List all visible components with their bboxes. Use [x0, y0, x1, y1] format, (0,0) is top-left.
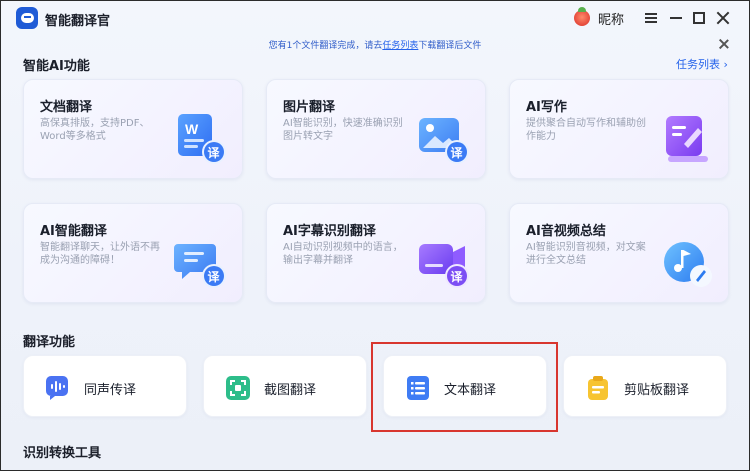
badge-text: 译: [451, 270, 464, 284]
voice-wave-icon: [46, 376, 68, 400]
card-title: AI智能翻译: [40, 224, 107, 239]
feature-text-translate[interactable]: 文本翻译: [383, 355, 547, 417]
notice-prefix: 您有1个文件翻译完成，请去: [268, 41, 383, 51]
card-ai-subtitle-translate[interactable]: AI字幕识别翻译 AI自动识别视频中的语言，输出字幕并翻译 译: [266, 203, 486, 303]
video-subtitle-icon: 译: [419, 244, 469, 288]
notice-bar: 您有1个文件翻译完成，请去任务列表下载翻译后文件: [1, 38, 749, 51]
maximize-button[interactable]: [688, 7, 710, 29]
card-image-translate[interactable]: 图片翻译 AI智能识别，快速准确识别图片转文字 译: [266, 79, 486, 179]
card-ai-writing[interactable]: AI写作 提供聚合自动写作和辅助创作能力: [509, 79, 729, 179]
card-title: AI写作: [526, 100, 567, 115]
card-desc: 提供聚合自动写作和辅助创作能力: [526, 118, 646, 142]
notice-task-list-link[interactable]: 任务列表: [382, 41, 418, 51]
notice-suffix: 下载翻译后文件: [418, 41, 482, 51]
chat-translate-icon: 译: [174, 244, 226, 288]
feature-clipboard-translate[interactable]: 剪贴板翻译: [563, 355, 727, 417]
card-title: 图片翻译: [283, 100, 336, 115]
card-ai-smart-translate[interactable]: AI智能翻译 智能翻译聊天，让外语不再成为沟通的障碍！ 译: [23, 203, 243, 303]
image-translate-icon: 译: [419, 118, 469, 164]
maximize-icon: [693, 12, 705, 24]
badge-text: 译: [451, 146, 464, 160]
section-title-tools: 识别转换工具: [23, 446, 102, 461]
menu-button[interactable]: [640, 7, 662, 29]
close-button[interactable]: [712, 7, 734, 29]
hamburger-icon: [645, 17, 657, 19]
user-nickname[interactable]: 昵称: [598, 9, 624, 28]
app-logo-icon: [16, 7, 38, 29]
app-title: 智能翻译官: [45, 14, 111, 29]
screenshot-icon: [226, 376, 250, 400]
card-document-translate[interactable]: 文档翻译 高保真排版，支持PDF、Word等多格式 W 译: [23, 79, 243, 179]
card-title: 文档翻译: [40, 100, 93, 115]
badge-text: 译: [208, 146, 221, 160]
music-summary-icon: [664, 242, 712, 287]
feature-simultaneous-interpretation[interactable]: 同声传译: [23, 355, 187, 417]
task-list-link[interactable]: 任务列表 ›: [676, 56, 728, 72]
clipboard-icon: [588, 376, 608, 400]
feature-label: 剪贴板翻译: [624, 383, 690, 398]
user-avatar[interactable]: [574, 7, 590, 26]
feature-label: 截图翻译: [264, 383, 317, 398]
section-title-ai: 智能AI功能: [23, 59, 90, 74]
close-icon: [716, 11, 730, 25]
card-title: AI音视频总结: [526, 224, 606, 239]
card-ai-av-summary[interactable]: AI音视频总结 AI智能识别音视频，对文案进行全文总结: [509, 203, 729, 303]
ai-writing-icon: [666, 116, 708, 162]
card-desc: AI自动识别视频中的语言，输出字幕并翻译: [283, 242, 403, 266]
minimize-icon: [670, 17, 682, 19]
card-desc: AI智能识别音视频，对文案进行全文总结: [526, 242, 646, 266]
card-desc: 高保真排版，支持PDF、Word等多格式: [40, 118, 150, 142]
title-bar: 智能翻译官 昵称: [1, 1, 749, 35]
word-translate-icon: W 译: [178, 114, 226, 164]
text-doc-icon: [407, 376, 429, 400]
feature-label: 文本翻译: [444, 383, 497, 398]
card-desc: 智能翻译聊天，让外语不再成为沟通的障碍！: [40, 242, 160, 266]
notice-close-icon[interactable]: [719, 39, 729, 49]
svg-text:W: W: [185, 121, 199, 137]
minimize-button[interactable]: [665, 7, 687, 29]
feature-screenshot-translate[interactable]: 截图翻译: [203, 355, 367, 417]
section-title-translate: 翻译功能: [23, 335, 76, 350]
app-window: 智能翻译官 昵称 您有1个文件翻译完成，请去任务列表下载翻译后文件 智能AI功能…: [0, 0, 750, 471]
card-title: AI字幕识别翻译: [283, 224, 376, 239]
feature-label: 同声传译: [84, 383, 137, 398]
badge-text: 译: [208, 270, 221, 284]
card-desc: AI智能识别，快速准确识别图片转文字: [283, 118, 403, 142]
